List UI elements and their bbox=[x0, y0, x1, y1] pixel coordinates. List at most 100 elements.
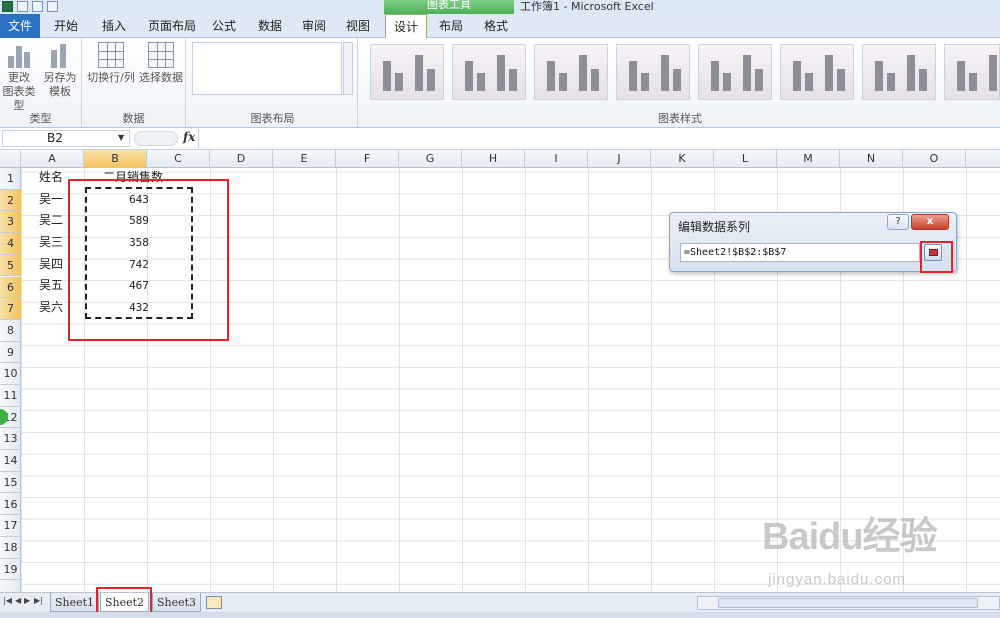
group-chart-layouts: 图表布局 bbox=[188, 38, 358, 128]
chart-type-icon bbox=[6, 42, 32, 68]
name-box[interactable]: B2 bbox=[2, 130, 130, 147]
chart-style-option[interactable] bbox=[862, 44, 936, 100]
redo-icon[interactable] bbox=[47, 1, 58, 12]
column-header-L[interactable]: L bbox=[714, 150, 777, 168]
group-type-label: 类型 bbox=[29, 112, 52, 125]
column-header-E[interactable]: E bbox=[273, 150, 336, 168]
column-header-F[interactable]: F bbox=[336, 150, 399, 168]
column-header-N[interactable]: N bbox=[840, 150, 903, 168]
row-header-13[interactable]: 13 bbox=[0, 428, 21, 451]
ribbon: 更改 图表类型 另存为 模板 类型 切换行/列 选择数据 数据 图表布局 图表样… bbox=[0, 38, 1000, 128]
column-header-M[interactable]: M bbox=[777, 150, 840, 168]
template-icon bbox=[47, 42, 73, 68]
column-header-C[interactable]: C bbox=[147, 150, 210, 168]
row-header-17[interactable]: 17 bbox=[0, 515, 21, 537]
row-header-19[interactable]: 19 bbox=[0, 559, 21, 581]
row-header-4[interactable]: 4 bbox=[0, 233, 21, 255]
tab-home[interactable]: 开始 bbox=[44, 14, 88, 38]
cell-A6[interactable]: 吴五 bbox=[21, 275, 63, 297]
undo-icon[interactable] bbox=[32, 1, 43, 12]
chart-style-option[interactable] bbox=[698, 44, 772, 100]
window-title: 工作簿1 - Microsoft Excel bbox=[520, 0, 654, 13]
dialog-help-button[interactable]: ? bbox=[887, 214, 909, 230]
first-sheet-icon[interactable]: |◀ bbox=[3, 596, 12, 605]
row-header-11[interactable]: 11 bbox=[0, 385, 21, 407]
chart-style-option[interactable] bbox=[616, 44, 690, 100]
save-icon[interactable] bbox=[17, 1, 28, 12]
row-header-8[interactable]: 8 bbox=[0, 320, 21, 342]
change-chart-type-button[interactable]: 更改 图表类型 bbox=[0, 42, 38, 113]
formula-input[interactable] bbox=[198, 129, 1000, 148]
column-header-A[interactable]: A bbox=[21, 150, 84, 168]
row-header-9[interactable]: 9 bbox=[0, 342, 21, 364]
group-data-label: 数据 bbox=[122, 112, 145, 125]
row-header-7[interactable]: 7 bbox=[0, 298, 21, 320]
chart-style-option[interactable] bbox=[944, 44, 1000, 100]
tab-layout[interactable]: 布局 bbox=[430, 14, 472, 38]
cell-A2[interactable]: 吴一 bbox=[21, 189, 63, 211]
column-header-J[interactable]: J bbox=[588, 150, 651, 168]
next-sheet-icon[interactable]: ▶ bbox=[24, 596, 30, 605]
save-as-template-button[interactable]: 另存为 模板 bbox=[40, 42, 80, 99]
horizontal-scrollbar[interactable] bbox=[697, 596, 1000, 610]
status-bar bbox=[0, 612, 1000, 618]
column-header-I[interactable]: I bbox=[525, 150, 588, 168]
dialog-close-button[interactable]: x bbox=[911, 214, 949, 230]
column-header-B[interactable]: B bbox=[84, 150, 147, 168]
column-headers: ABCDEFGHIJKLMNO bbox=[0, 150, 1000, 168]
group-type: 更改 图表类型 另存为 模板 类型 bbox=[0, 38, 82, 128]
switch-row-column-button[interactable]: 切换行/列 bbox=[86, 42, 136, 85]
row-header-18[interactable]: 18 bbox=[0, 537, 21, 559]
cell-A1[interactable]: 姓名 bbox=[21, 167, 63, 189]
row-header-1[interactable]: 1 bbox=[0, 168, 21, 190]
column-header-H[interactable]: H bbox=[462, 150, 525, 168]
chart-style-option[interactable] bbox=[534, 44, 608, 100]
select-all-corner[interactable] bbox=[0, 150, 21, 168]
cell-A5[interactable]: 吴四 bbox=[21, 254, 63, 276]
formula-cancel-button[interactable] bbox=[134, 131, 178, 146]
row-header-3[interactable]: 3 bbox=[0, 211, 21, 234]
row-header-14[interactable]: 14 bbox=[0, 450, 21, 472]
highlight-box-collapse-button bbox=[920, 241, 953, 273]
select-data-button[interactable]: 选择数据 bbox=[136, 42, 186, 85]
chart-style-option[interactable] bbox=[452, 44, 526, 100]
horizontal-scroll-thumb[interactable] bbox=[718, 598, 978, 608]
row-header-16[interactable]: 16 bbox=[0, 494, 21, 516]
row-header-10[interactable]: 10 bbox=[0, 363, 21, 385]
row-header-5[interactable]: 5 bbox=[0, 254, 21, 277]
insert-function-icon[interactable]: fx bbox=[183, 130, 195, 144]
row-header-2[interactable]: 2 bbox=[0, 189, 21, 212]
chart-style-option[interactable] bbox=[780, 44, 854, 100]
column-header-O[interactable]: O bbox=[903, 150, 966, 168]
chart-layout-gallery[interactable] bbox=[192, 42, 342, 95]
cell-A7[interactable]: 吴六 bbox=[21, 297, 63, 319]
edit-series-dialog: 编辑数据系列 ? x =Sheet2!$B$2:$B$7 bbox=[669, 212, 957, 272]
column-header-K[interactable]: K bbox=[651, 150, 714, 168]
tab-page-layout[interactable]: 页面布局 bbox=[140, 14, 204, 38]
series-values-input[interactable]: =Sheet2!$B$2:$B$7 bbox=[680, 243, 920, 262]
tab-view[interactable]: 视图 bbox=[338, 14, 378, 38]
tab-file[interactable]: 文件 bbox=[0, 14, 40, 38]
column-header-G[interactable]: G bbox=[399, 150, 462, 168]
last-sheet-icon[interactable]: ▶| bbox=[34, 596, 43, 605]
sheet-tab-sheet3[interactable]: Sheet3 bbox=[152, 593, 202, 612]
change-chart-type-label: 更改 图表类型 bbox=[2, 71, 36, 112]
tab-review[interactable]: 审阅 bbox=[294, 14, 334, 38]
tab-design[interactable]: 设计 bbox=[385, 14, 427, 39]
row-header-6[interactable]: 6 bbox=[0, 276, 21, 299]
cell-A3[interactable]: 吴二 bbox=[21, 210, 63, 232]
tab-insert[interactable]: 插入 bbox=[92, 14, 136, 38]
tab-format[interactable]: 格式 bbox=[474, 14, 518, 38]
cell-A4[interactable]: 吴三 bbox=[21, 232, 63, 254]
chart-style-option[interactable] bbox=[370, 44, 444, 100]
formula-bar: B2 ▼ fx bbox=[0, 128, 1000, 150]
prev-sheet-icon[interactable]: ◀ bbox=[15, 596, 21, 605]
sheet-tab-sheet1[interactable]: Sheet1 bbox=[50, 593, 100, 612]
name-box-dropdown-icon[interactable]: ▼ bbox=[118, 133, 124, 142]
insert-sheet-icon[interactable] bbox=[206, 596, 222, 609]
column-header-D[interactable]: D bbox=[210, 150, 273, 168]
row-header-15[interactable]: 15 bbox=[0, 472, 21, 494]
tab-data[interactable]: 数据 bbox=[250, 14, 290, 38]
chart-layout-gallery-scroll[interactable] bbox=[343, 42, 353, 95]
tab-formulas[interactable]: 公式 bbox=[204, 14, 244, 38]
